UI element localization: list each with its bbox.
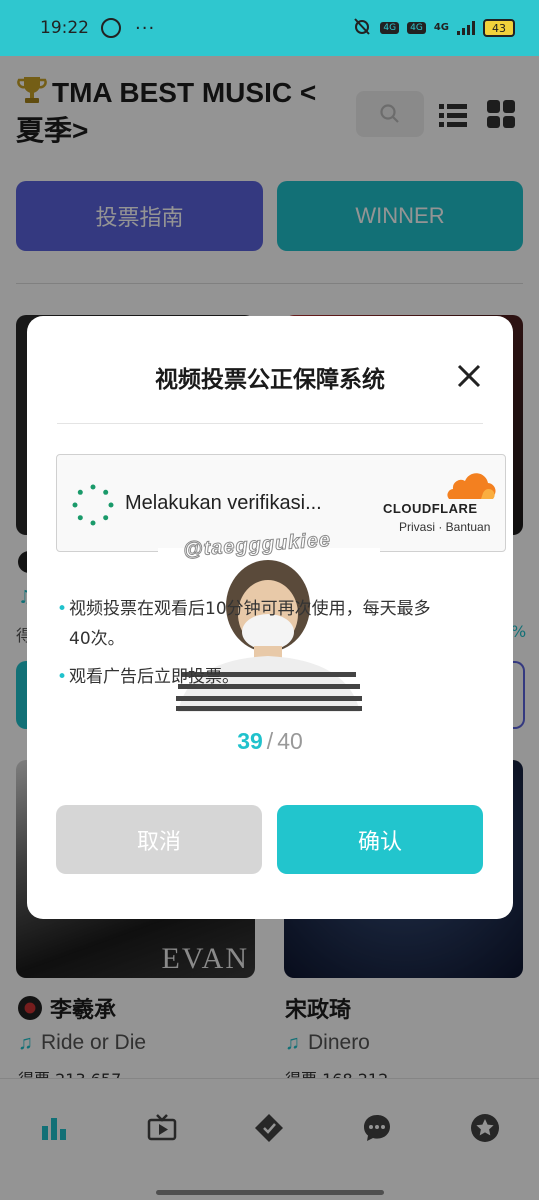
close-button[interactable] bbox=[453, 360, 485, 392]
vote-counter: 39/40 bbox=[27, 728, 513, 755]
status-time: 19:22 bbox=[40, 18, 89, 38]
more-notifications-icon: ··· bbox=[135, 17, 156, 39]
signal-icon bbox=[457, 21, 475, 35]
network-type: 4G bbox=[433, 22, 449, 33]
cloudflare-brand: CLOUDFLARE bbox=[383, 501, 478, 516]
battery-level: 43 bbox=[492, 21, 506, 35]
whatsapp-icon bbox=[101, 18, 121, 38]
vote-rules-list: 视频投票在观看后10分钟可再次使用，每天最多40次。 观看广告后立即投票。 bbox=[57, 594, 437, 700]
cloudflare-logo-icon bbox=[447, 473, 496, 500]
vote-verification-dialog: 视频投票公正保障系统 Melakukan verifikasi... CLOUD… bbox=[27, 316, 513, 919]
cancel-button[interactable]: 取消 bbox=[56, 805, 262, 874]
alarm-off-icon bbox=[352, 16, 372, 40]
volte-badge-2: 4G bbox=[407, 22, 426, 34]
volte-badge: 4G bbox=[380, 22, 400, 34]
loading-spinner-icon bbox=[72, 484, 114, 526]
cloudflare-links[interactable]: Privasi · Bantuan bbox=[399, 520, 490, 534]
dialog-title: 视频投票公正保障系统 bbox=[155, 367, 385, 393]
list-item: 视频投票在观看后10分钟可再次使用，每天最多40次。 bbox=[57, 594, 437, 654]
close-icon bbox=[457, 364, 481, 388]
confirm-button[interactable]: 确认 bbox=[277, 805, 483, 874]
battery-icon: 43 bbox=[483, 19, 515, 37]
status-bar: 19:22 ··· 4G 4G 4G 43 bbox=[0, 0, 539, 56]
divider bbox=[57, 423, 483, 424]
verification-status: Melakukan verifikasi... bbox=[125, 492, 322, 514]
list-item: 观看广告后立即投票。 bbox=[57, 662, 437, 692]
vote-count-separator: / bbox=[266, 728, 274, 754]
vote-count-max: 40 bbox=[277, 728, 303, 754]
vote-count-current: 39 bbox=[237, 728, 263, 754]
